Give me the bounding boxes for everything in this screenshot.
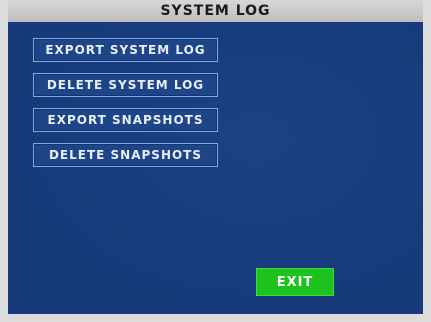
system-log-screen: SYSTEM LOG EXPORT SYSTEM LOG DELETE SYST… (0, 0, 431, 322)
title-bar: SYSTEM LOG (8, 0, 423, 23)
delete-snapshots-button[interactable]: DELETE SNAPSHOTS (33, 143, 218, 167)
menu-panel: EXPORT SYSTEM LOG DELETE SYSTEM LOG EXPO… (8, 22, 423, 314)
page-title: SYSTEM LOG (160, 3, 271, 19)
export-system-log-button[interactable]: EXPORT SYSTEM LOG (33, 38, 218, 62)
export-snapshots-button[interactable]: EXPORT SNAPSHOTS (33, 108, 218, 132)
exit-button[interactable]: EXIT (256, 268, 334, 296)
delete-system-log-button[interactable]: DELETE SYSTEM LOG (33, 73, 218, 97)
